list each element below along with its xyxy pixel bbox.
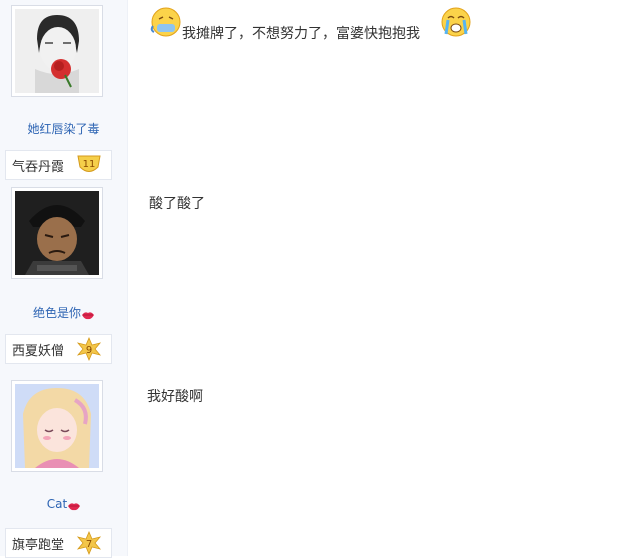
badge[interactable]: 旗亭跑堂 7 [5, 528, 112, 558]
badge-level: 11 [83, 159, 96, 170]
author-name-text: 绝色是你 [32, 306, 81, 320]
post-content: 我摊牌了，不想努力了，富婆快抱抱我 [182, 26, 420, 42]
avatar[interactable] [11, 380, 103, 472]
author-name[interactable]: 绝色是你 [0, 304, 127, 321]
sick-face-icon [150, 6, 182, 42]
avatar-image [15, 384, 99, 468]
avatar-image [15, 191, 99, 275]
lips-icon [68, 500, 81, 511]
crying-face-icon [440, 6, 472, 42]
level-badge-icon: 7 [76, 530, 102, 556]
badge[interactable]: 西夏妖僧 9 [5, 334, 112, 364]
badge-name: 气吞丹霞 [12, 159, 65, 175]
avatar-image [15, 9, 99, 93]
post-content: 我好酸啊 [147, 389, 203, 405]
avatar[interactable] [11, 5, 103, 97]
avatar[interactable] [11, 187, 103, 279]
badge-level: 9 [86, 345, 92, 356]
lips-icon [82, 309, 94, 320]
level-badge-icon: 11 [76, 153, 102, 177]
post-content: 酸了酸了 [149, 196, 205, 212]
author-name[interactable]: 她红唇染了毒 [0, 120, 127, 137]
level-badge-icon: 9 [76, 336, 102, 362]
author-name-text: Cat [46, 497, 68, 511]
badge-name: 旗亭跑堂 [12, 537, 65, 553]
badge-name: 西夏妖僧 [12, 343, 65, 359]
badge[interactable]: 气吞丹霞 11 [5, 150, 112, 180]
user-sidebar: 她红唇染了毒 气吞丹霞 11 绝色是你 西夏妖僧 9 Cat 旗亭跑堂 7 [0, 0, 128, 558]
author-name[interactable]: Cat [0, 497, 127, 511]
badge-level: 7 [86, 539, 92, 550]
